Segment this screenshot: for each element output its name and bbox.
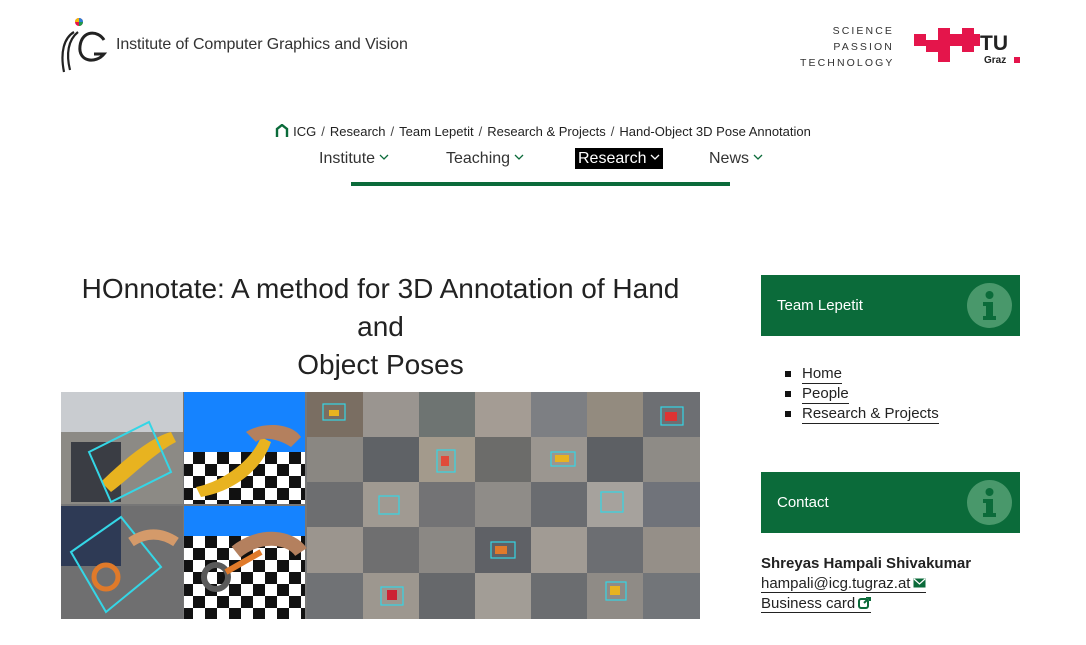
breadcrumb-current[interactable]: Hand-Object 3D Pose Annotation: [619, 124, 811, 139]
page-title: HOnnotate: A method for 3D Annotation of…: [81, 273, 680, 380]
team-lepetit-box[interactable]: Team Lepetit: [761, 275, 1020, 336]
breadcrumb-team-lepetit[interactable]: Team Lepetit: [399, 124, 473, 139]
mail-icon: [913, 578, 926, 588]
main-navigation: Institute Teaching Research News: [0, 148, 1086, 170]
contact-box-label: Contact: [777, 494, 829, 511]
contact-name: Shreyas Hampali Shivakumar: [761, 555, 972, 572]
tu-graz-logo[interactable]: TU Graz: [914, 24, 1022, 66]
team-links-list: Home People Research & Projects: [785, 364, 939, 424]
link-research-projects[interactable]: Research & Projects: [802, 405, 939, 424]
list-item: Research & Projects: [785, 404, 939, 424]
contact-email-link[interactable]: hampali@icg.tugraz.at: [761, 575, 927, 593]
home-icon[interactable]: [275, 124, 289, 137]
institute-name[interactable]: Institute of Computer Graphics and Visio…: [116, 36, 408, 54]
breadcrumb-research-projects[interactable]: Research & Projects: [487, 124, 606, 139]
list-item: Home: [785, 364, 939, 384]
contact-box[interactable]: Contact: [761, 472, 1020, 533]
breadcrumb-research[interactable]: Research: [330, 124, 386, 139]
info-icon[interactable]: [967, 283, 1012, 328]
breadcrumb-separator: /: [390, 124, 395, 139]
breadcrumb-separator: /: [610, 124, 615, 139]
team-box-label: Team Lepetit: [777, 297, 863, 314]
hand-object-annotation-collage: [61, 392, 700, 619]
chevron-down-icon: [753, 154, 763, 160]
link-home[interactable]: Home: [802, 365, 843, 384]
breadcrumb: ICG / Research / Team Lepetit / Research & Pro…: [0, 124, 1086, 139]
chevron-down-icon: [514, 154, 524, 160]
nav-research[interactable]: Research: [575, 148, 664, 169]
breadcrumb-icg[interactable]: ICG: [293, 124, 316, 139]
list-item: People: [785, 384, 939, 404]
info-icon[interactable]: [967, 480, 1012, 525]
nav-institute[interactable]: Institute: [319, 148, 389, 169]
nav-teaching[interactable]: Teaching: [446, 148, 524, 169]
tu-text: TU: [980, 32, 1008, 55]
chevron-down-icon: [379, 154, 389, 160]
external-link-icon: [858, 597, 872, 609]
link-people[interactable]: People: [802, 385, 849, 404]
university-tagline: SCIENCE PASSION TECHNOLOGY: [800, 25, 895, 69]
business-card-link[interactable]: Business card: [761, 595, 872, 613]
chevron-down-icon: [651, 154, 660, 160]
nav-news[interactable]: News: [709, 148, 763, 169]
breadcrumb-separator: /: [321, 124, 325, 139]
nav-active-underline: [351, 182, 730, 186]
icg-logo[interactable]: [60, 16, 108, 74]
breadcrumb-separator: /: [478, 124, 483, 139]
graz-text: Graz: [984, 55, 1006, 66]
